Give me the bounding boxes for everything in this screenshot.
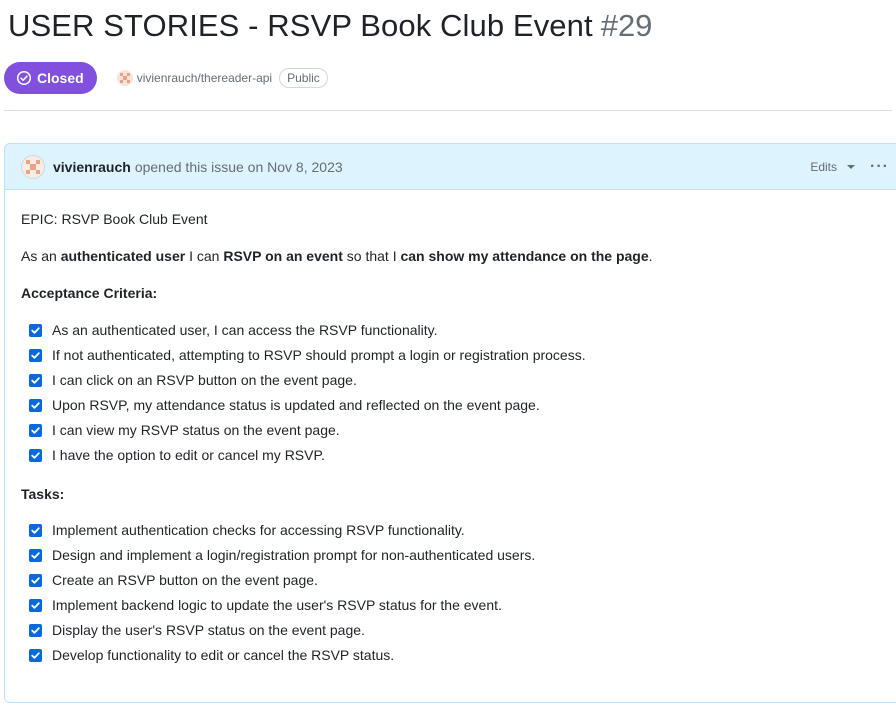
list-item-text: Display the user's RSVP status on the ev…: [52, 622, 365, 638]
list-item: Create an RSVP button on the event page.: [29, 568, 887, 593]
list-item: I have the option to edit or cancel my R…: [29, 443, 887, 468]
acceptance-heading: Acceptance Criteria:: [21, 285, 158, 301]
visibility-badge: Public: [279, 68, 328, 88]
chevron-down-icon: [847, 164, 855, 169]
comment-body: EPIC: RSVP Book Club Event As an authent…: [5, 190, 896, 668]
list-item-text: As an authenticated user, I can access t…: [52, 322, 438, 338]
epic-line: EPIC: RSVP Book Club Event: [21, 211, 208, 227]
list-item-text: Design and implement a login/registratio…: [52, 547, 536, 563]
list-item: Display the user's RSVP status on the ev…: [29, 618, 887, 643]
issue-comment: vivienrauch opened this issue on Nov 8, …: [4, 143, 896, 703]
user-story: As an authenticated user I can RSVP on a…: [21, 248, 653, 264]
list-item: If not authenticated, attempting to RSVP…: [29, 343, 887, 368]
author-avatar[interactable]: [21, 154, 45, 179]
checkbox-checked[interactable]: [29, 574, 42, 587]
issue-meta: Closed vivienrauch/thereader-api Public: [4, 62, 328, 94]
checkbox-checked[interactable]: [29, 399, 42, 412]
list-item-text: Implement backend logic to update the us…: [52, 597, 502, 613]
list-item-text: If not authenticated, attempting to RSVP…: [52, 347, 586, 363]
repo-name[interactable]: vivienrauch/thereader-api: [137, 71, 272, 85]
repo-owner-avatar: [116, 70, 133, 86]
list-item: Upon RSVP, my attendance status is updat…: [29, 393, 887, 418]
check-circle-icon: [16, 70, 32, 86]
header-divider: [4, 110, 892, 111]
checkbox-checked[interactable]: [29, 549, 42, 562]
acceptance-list: As an authenticated user, I can access t…: [21, 318, 887, 468]
checkbox-checked[interactable]: [29, 599, 42, 612]
issue-title-row: USER STORIES - RSVP Book Club Event #29: [8, 8, 652, 44]
list-item: As an authenticated user, I can access t…: [29, 318, 887, 343]
list-item-text: Develop functionality to edit or cancel …: [52, 647, 395, 663]
list-item: Develop functionality to edit or cancel …: [29, 643, 887, 668]
checkbox-checked[interactable]: [29, 449, 42, 462]
repo-link[interactable]: vivienrauch/thereader-api: [116, 70, 272, 86]
list-item-text: I can click on an RSVP button on the eve…: [52, 372, 357, 388]
checkbox-checked[interactable]: [29, 349, 42, 362]
list-item: I can click on an RSVP button on the eve…: [29, 368, 887, 393]
comment-author[interactable]: vivienrauch: [53, 159, 131, 175]
checkbox-checked[interactable]: [29, 524, 42, 537]
issue-number: #29: [600, 8, 653, 43]
list-item: Implement authentication checks for acce…: [29, 518, 887, 543]
list-item: Design and implement a login/registratio…: [29, 543, 887, 568]
issue-title: USER STORIES - RSVP Book Club Event: [8, 8, 593, 43]
closed-state-badge: Closed: [4, 62, 97, 94]
checkbox-checked[interactable]: [29, 649, 42, 662]
list-item-text: I can view my RSVP status on the event p…: [52, 422, 340, 438]
list-item-text: I have the option to edit or cancel my R…: [52, 447, 325, 463]
list-item: I can view my RSVP status on the event p…: [29, 418, 887, 443]
tasks-heading: Tasks:: [21, 486, 65, 502]
checkbox-checked[interactable]: [29, 324, 42, 337]
list-item-text: Create an RSVP button on the event page.: [52, 572, 318, 588]
list-item-text: Upon RSVP, my attendance status is updat…: [52, 397, 540, 413]
edits-dropdown[interactable]: Edits: [810, 144, 855, 189]
list-item-text: Implement authentication checks for acce…: [52, 522, 465, 538]
state-label: Closed: [37, 70, 84, 86]
edits-label: Edits: [810, 159, 837, 174]
tasks-list: Implement authentication checks for acce…: [21, 518, 887, 668]
comment-action: opened this issue on Nov 8, 2023: [134, 158, 343, 175]
checkbox-checked[interactable]: [29, 624, 42, 637]
more-options-icon[interactable]: ···: [870, 144, 889, 189]
list-item: Implement backend logic to update the us…: [29, 593, 887, 618]
checkbox-checked[interactable]: [29, 374, 42, 387]
comment-header: vivienrauch opened this issue on Nov 8, …: [5, 144, 896, 190]
checkbox-checked[interactable]: [29, 424, 42, 437]
